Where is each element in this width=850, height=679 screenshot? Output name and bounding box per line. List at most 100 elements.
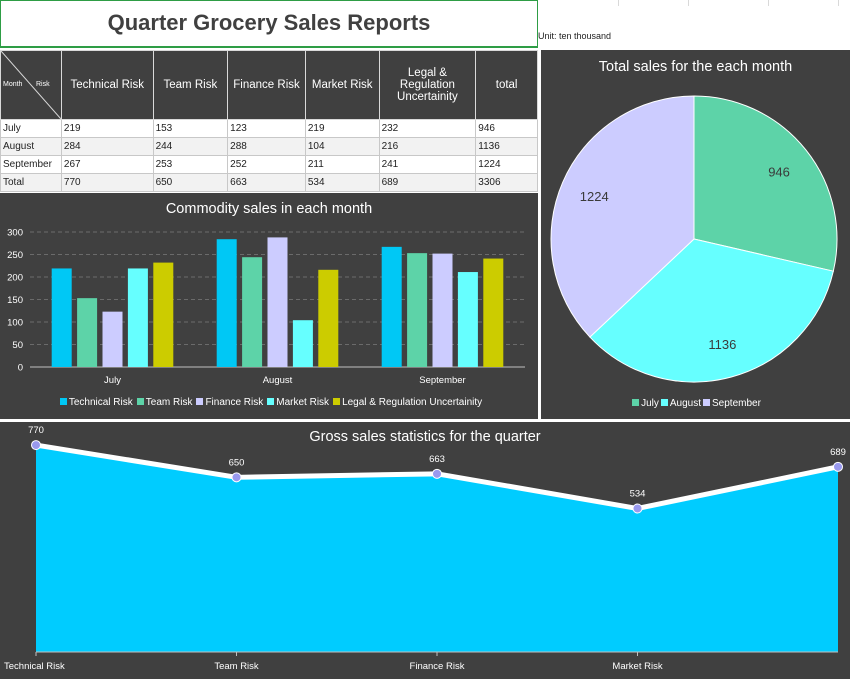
bar — [457, 272, 478, 367]
table-cell[interactable]: 211 — [304, 155, 380, 174]
table-cell[interactable]: 650 — [152, 173, 229, 192]
y-tick-label: 250 — [7, 250, 23, 261]
table-cell[interactable]: 1224 — [475, 155, 538, 174]
legend-swatch — [660, 399, 668, 406]
table-cell[interactable]: 267 — [60, 155, 154, 174]
table-cell[interactable]: 3306 — [475, 173, 538, 192]
legend-label: September — [712, 398, 761, 409]
data-point — [432, 468, 442, 479]
sales-table: Month Risk Technical Risk Team Risk Fina… — [0, 50, 538, 192]
bar — [77, 298, 98, 367]
pie-chart-panel[interactable]: Total sales for the each month 946 1136 12… — [541, 50, 850, 419]
header-month-label: Month — [3, 81, 23, 88]
bar — [127, 268, 148, 367]
bar — [407, 253, 428, 367]
legend-swatch — [703, 399, 710, 406]
table-cell[interactable]: 153 — [152, 119, 229, 138]
table-cell[interactable]: 946 — [475, 119, 538, 138]
table-cell[interactable]: 104 — [304, 137, 380, 156]
legend-swatch — [136, 398, 144, 405]
table-cell[interactable]: 219 — [60, 119, 154, 138]
legend-swatch — [632, 399, 640, 406]
pie-data-label: 1224 — [580, 189, 609, 204]
y-tick-label: 0 — [18, 363, 23, 374]
area-chart-panel[interactable]: Gross sales statistics for the quarter 7… — [0, 422, 850, 679]
table-cell[interactable]: 284 — [60, 137, 154, 156]
report-title: Quarter Grocery Sales Reports — [107, 10, 431, 35]
unit-note: Unit: ten thousand — [538, 31, 612, 41]
x-tick-label: Finance Risk — [410, 661, 465, 672]
table-cell[interactable]: 244 — [152, 137, 229, 156]
table-cell[interactable]: 689 — [378, 173, 477, 192]
table-cell[interactable]: 1136 — [475, 137, 538, 156]
bar — [432, 253, 453, 367]
bar — [381, 246, 402, 367]
table-cell[interactable]: 288 — [227, 137, 306, 156]
legend-label: July — [641, 398, 659, 409]
legend-label: Technical Risk — [68, 397, 133, 408]
row-label-cell[interactable]: July — [0, 119, 62, 138]
pie-data-label: 1136 — [708, 337, 736, 352]
legend-label: Finance Risk — [205, 397, 264, 408]
table-cell[interactable]: 770 — [60, 173, 154, 192]
column-header[interactable]: Team Risk — [152, 50, 229, 120]
area-chart: 770 650 663 534 689 Technical Risk Team Risk Fi… — [4, 425, 846, 672]
data-point — [31, 440, 41, 451]
legend-label: Market Risk — [276, 397, 330, 408]
table-row: July 219 153 123 219 232 946 — [0, 119, 538, 138]
x-tick-label: Team Risk — [214, 661, 259, 672]
table-cell[interactable]: 253 — [152, 155, 229, 174]
data-label: 663 — [429, 454, 445, 465]
column-header[interactable]: Technical Risk — [60, 50, 154, 120]
column-header[interactable]: Finance Risk — [227, 50, 306, 120]
row-label-cell[interactable]: September — [0, 155, 62, 174]
data-point — [632, 503, 643, 514]
legend-label: Team Risk — [145, 397, 193, 408]
table-cell[interactable]: 252 — [227, 155, 306, 174]
table-header-row: Month Risk Technical Risk Team Risk Fina… — [0, 50, 538, 120]
bar — [483, 258, 504, 367]
bar — [318, 269, 339, 367]
table-cell[interactable]: 232 — [378, 119, 477, 138]
y-tick-label: 300 — [7, 228, 23, 239]
legend-label: Legal & Regulation Uncertainity — [342, 397, 483, 408]
legend-swatch — [267, 398, 275, 405]
pie-chart-legend: July August September — [541, 398, 850, 409]
bar — [242, 257, 263, 367]
bar — [267, 237, 288, 367]
pie-data-label: 946 — [768, 164, 790, 179]
y-tick-label: 150 — [7, 295, 23, 306]
bar — [51, 268, 72, 367]
y-tick-label: 50 — [12, 340, 23, 351]
row-label-cell[interactable]: Total — [0, 173, 62, 192]
legend-swatch — [333, 398, 341, 405]
y-tick-label: 100 — [7, 318, 23, 329]
x-tick-label: July — [104, 375, 121, 386]
table-cell[interactable]: 123 — [227, 119, 306, 138]
row-label-cell[interactable]: August — [0, 137, 62, 156]
column-header[interactable]: Market Risk — [304, 50, 380, 120]
legend-swatch — [196, 398, 204, 405]
table-cell[interactable]: 219 — [304, 119, 380, 138]
data-label: 689 — [830, 447, 846, 458]
table-row: August 284 244 288 104 216 1136 — [0, 137, 538, 156]
bar-chart-panel[interactable]: Commodity sales in each month 0 50 100 150 2… — [0, 193, 538, 419]
legend-swatch — [59, 398, 67, 405]
table-cell[interactable]: 216 — [378, 137, 477, 156]
x-tick-label: August — [263, 375, 293, 386]
data-point — [833, 461, 843, 472]
column-header[interactable]: Legal & Regulation Uncertainity — [378, 50, 477, 120]
table-cell[interactable]: 241 — [378, 155, 477, 174]
bar — [292, 320, 313, 367]
table-cell[interactable]: 534 — [304, 173, 380, 192]
bar — [153, 262, 174, 367]
column-header[interactable]: total — [475, 50, 538, 120]
table-row: September 267 253 252 211 241 1224 — [0, 155, 538, 174]
bar — [216, 239, 237, 367]
table-cell[interactable]: 663 — [227, 173, 306, 192]
data-point — [231, 472, 242, 483]
bar — [102, 311, 123, 367]
header-risk-label: Risk — [36, 81, 50, 88]
pie-chart: 946 1136 1224 — [550, 95, 838, 383]
header-corner-cell: Month Risk — [0, 50, 62, 120]
